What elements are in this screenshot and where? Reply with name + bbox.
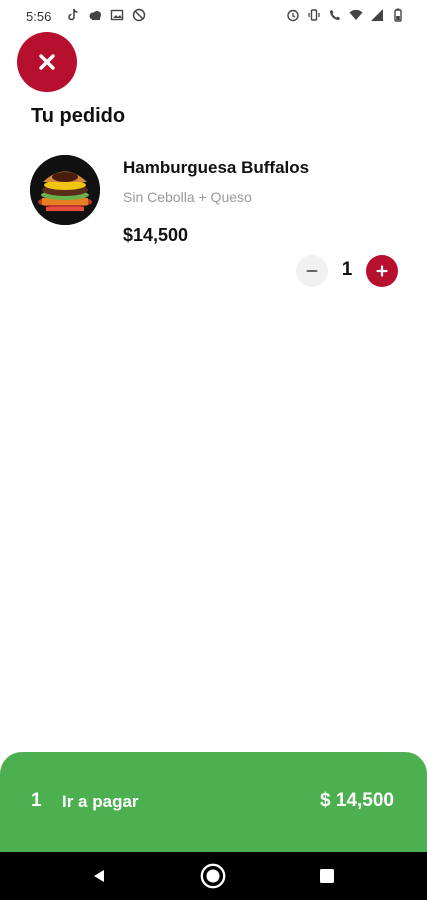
checkout-total: $ 14,500 bbox=[320, 790, 394, 811]
nosign-icon bbox=[132, 8, 146, 22]
recents-button[interactable] bbox=[313, 862, 341, 890]
plus-icon bbox=[376, 265, 388, 277]
minus-icon bbox=[306, 270, 318, 272]
item-options: Sin Cebolla + Queso bbox=[123, 189, 252, 205]
burger-image bbox=[30, 155, 100, 225]
status-time: 5:56 bbox=[26, 9, 52, 24]
decrease-quantity-button[interactable] bbox=[296, 255, 328, 287]
item-price: $14,500 bbox=[123, 225, 189, 245]
back-button[interactable] bbox=[85, 862, 113, 890]
cloud-icon bbox=[89, 11, 101, 20]
recents-icon bbox=[320, 869, 334, 883]
tiktok-icon bbox=[68, 8, 78, 21]
status-bar: 5:56 bbox=[0, 0, 427, 32]
system-icons bbox=[286, 8, 405, 22]
checkout-label: Ir a pagar bbox=[62, 792, 139, 811]
vibrate-icon bbox=[308, 9, 320, 21]
close-button[interactable] bbox=[17, 32, 77, 92]
home-button[interactable] bbox=[199, 862, 227, 890]
back-icon bbox=[94, 870, 104, 882]
increase-quantity-button[interactable] bbox=[366, 255, 398, 287]
checkout-item-count: 1 bbox=[31, 790, 42, 811]
notification-icons bbox=[66, 8, 146, 22]
navigation-bar bbox=[0, 852, 427, 900]
close-icon bbox=[39, 54, 55, 70]
page-title: Tu pedido bbox=[31, 105, 126, 127]
photo-icon bbox=[110, 9, 124, 21]
checkout-button[interactable]: 1 Ir a pagar $ 14,500 bbox=[0, 752, 427, 852]
item-name: Hamburguesa Buffalos bbox=[123, 158, 310, 177]
battery-icon bbox=[394, 8, 402, 22]
alarm-icon bbox=[287, 9, 299, 22]
home-icon bbox=[200, 863, 226, 889]
wifi-icon bbox=[349, 9, 363, 20]
signal-icon bbox=[371, 9, 383, 21]
quantity-value: 1 bbox=[341, 259, 353, 280]
wifi-call-icon bbox=[330, 10, 340, 20]
item-image[interactable] bbox=[30, 155, 100, 225]
